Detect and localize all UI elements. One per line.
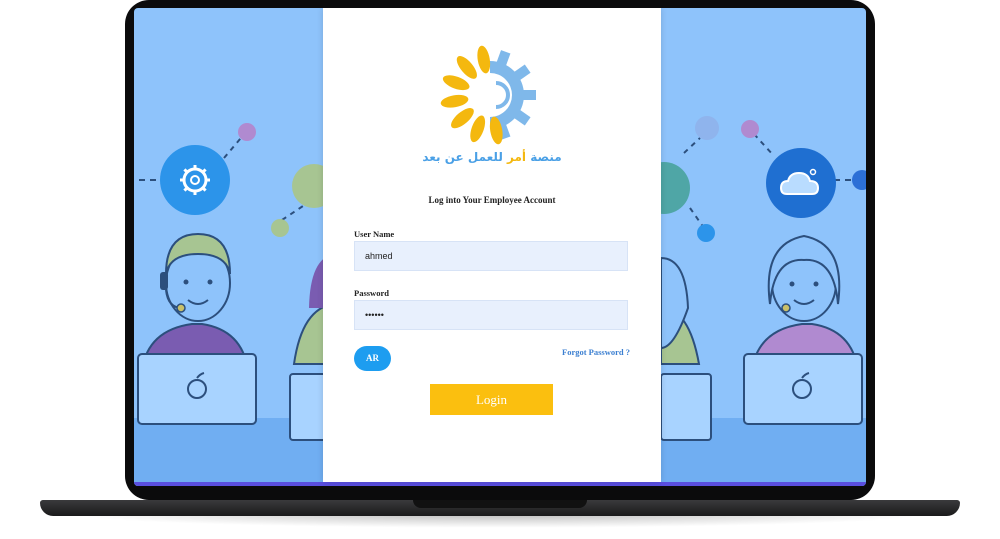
settings-bubble <box>160 145 230 215</box>
password-input[interactable]: •••••• <box>354 300 628 330</box>
logo-text-part1: منصة <box>530 150 562 164</box>
logo-text-part3: للعمل عن بعد <box>422 150 503 164</box>
login-button[interactable]: Login <box>430 384 553 415</box>
network-dot <box>741 120 759 138</box>
person-left <box>137 232 257 425</box>
person-right <box>743 234 863 425</box>
username-input[interactable]: ahmed <box>354 241 628 271</box>
forgot-password-link[interactable]: Forgot Password ? <box>523 347 630 357</box>
network-dot <box>271 219 289 237</box>
login-heading: Log into Your Employee Account <box>428 195 556 205</box>
username-label: User Name <box>354 229 395 239</box>
password-label: Password <box>354 288 389 298</box>
network-dot <box>852 170 866 190</box>
login-card: منصة أمر للعمل عن بعد Log into Your Empl… <box>323 8 661 482</box>
laptop-base-notch <box>413 500 587 508</box>
person-right-back <box>660 256 712 441</box>
network-dot <box>697 224 715 242</box>
network-dot <box>238 123 256 141</box>
screen-bottom-bar <box>134 482 866 486</box>
language-toggle-button[interactable]: AR <box>354 346 391 371</box>
laptop-screen: منصة أمر للعمل عن بعد Log into Your Empl… <box>134 8 866 486</box>
sun-gear-logo-icon <box>440 45 536 145</box>
network-dot <box>695 116 719 140</box>
logo-text: منصة أمر للعمل عن بعد <box>323 150 661 164</box>
logo-text-part2: أمر <box>507 150 527 164</box>
